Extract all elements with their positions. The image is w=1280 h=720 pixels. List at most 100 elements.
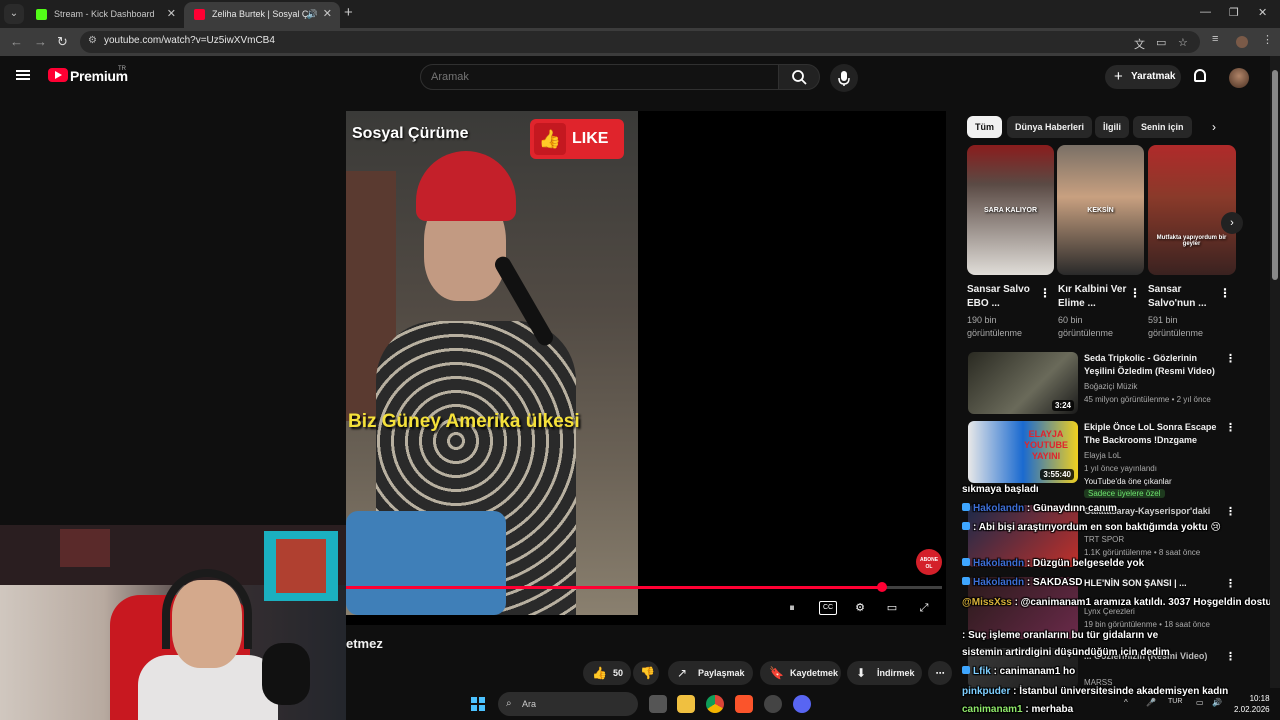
search-input[interactable] [431, 69, 761, 85]
more-icon[interactable]: ⋮ [1225, 421, 1236, 434]
language-indicator[interactable]: TUR [1168, 698, 1182, 705]
recommended-video[interactable]: ELAYJA YOUTUBE YAYINI 3:55:40 Ekiple Önc… [968, 421, 1268, 498]
search-button[interactable] [778, 64, 820, 90]
video-title[interactable]: HLE'NİN SON ŞANSI | ... [1084, 577, 1224, 590]
shorts-next-icon[interactable]: › [1221, 212, 1243, 234]
file-explorer-icon[interactable] [677, 695, 695, 713]
taskbar-search[interactable]: ⌕ Ara [498, 692, 638, 716]
more-actions-button[interactable]: ⋯ [928, 661, 952, 685]
tab-search-icon[interactable]: ⌄ [4, 4, 24, 24]
video-duration: 3:24 [1051, 400, 1074, 411]
profile-avatar-icon[interactable] [1236, 36, 1248, 48]
scrollbar-thumb[interactable] [1272, 70, 1278, 280]
dislike-button[interactable]: 👎 [633, 661, 659, 685]
video-title[interactable]: Ekiple Önce LoL Sonra Escape The Backroo… [1084, 421, 1224, 447]
windows-start-icon[interactable] [471, 697, 485, 711]
chrome-icon[interactable] [706, 695, 724, 713]
subtitles-icon[interactable]: CC [819, 601, 837, 615]
close-window-icon[interactable]: ✕ [1258, 6, 1267, 19]
tab-title: Zeliha Burtek | Sosyal Çürüme [212, 9, 310, 19]
channel-name[interactable]: Elayja LoL [1084, 451, 1121, 460]
chip-related[interactable]: İlgili [1095, 116, 1129, 138]
video-thumbnail[interactable]: ELAYJA YOUTUBE YAYINI 3:55:40 [968, 421, 1078, 483]
tray-chevron-icon[interactable]: ^ [1124, 698, 1128, 707]
notifications-bell-icon[interactable] [1194, 69, 1206, 82]
address-bar[interactable]: ⚙ youtube.com/watch?v=Uz5iwXVmCB4 文 ▭ ☆ [80, 31, 1200, 53]
more-icon[interactable]: ⋮ [1225, 505, 1236, 518]
new-tab-button[interactable]: + [344, 4, 353, 21]
video-player[interactable]: Sosyal Çürüme 👍 LIKE Biz Güney Amerika ü… [346, 111, 946, 625]
menu-icon[interactable] [16, 70, 30, 80]
task-view-icon[interactable] [649, 695, 667, 713]
short-thumbnail[interactable]: KEKSİN [1057, 145, 1144, 275]
youtube-logo-icon[interactable] [48, 68, 68, 82]
translate-icon[interactable]: 文 [1134, 36, 1145, 52]
browser-menu-icon[interactable]: ⋮ [1262, 33, 1273, 46]
taskbar-clock[interactable]: 10:18 2.02.2026 [1234, 693, 1270, 715]
more-icon[interactable]: ⋮ [1225, 577, 1236, 590]
restore-icon[interactable]: ❐ [1229, 6, 1239, 19]
url-text[interactable]: youtube.com/watch?v=Uz5iwXVmCB4 [104, 35, 275, 46]
video-frame[interactable]: Sosyal Çürüme 👍 LIKE Biz Güney Amerika ü… [346, 111, 638, 615]
tab-close-icon[interactable]: ✕ [323, 2, 332, 26]
fullscreen-icon[interactable]: ⤢ [915, 601, 933, 615]
progress-bar[interactable] [346, 582, 942, 592]
voice-search-button[interactable] [830, 64, 858, 92]
back-icon[interactable]: ← [10, 34, 23, 49]
discord-icon[interactable] [793, 695, 811, 713]
settings-gear-icon[interactable]: ⚙ [851, 601, 869, 615]
minimize-icon[interactable]: — [1200, 6, 1211, 18]
forward-icon[interactable]: → [34, 34, 47, 49]
chip-for-you[interactable]: Senin için [1133, 116, 1192, 138]
create-button[interactable]: + Yaratmak [1105, 65, 1181, 89]
progress-scrubber[interactable] [877, 582, 888, 592]
subscribe-badge[interactable]: ABONE OL [916, 549, 942, 575]
more-icon[interactable]: ⋮ [1225, 352, 1236, 365]
reload-icon[interactable]: ↻ [57, 34, 68, 50]
like-button[interactable]: 👍 50 [583, 661, 631, 685]
chat-username: @MissXss [962, 597, 1012, 608]
more-icon[interactable]: ⋮ [1219, 286, 1231, 300]
site-info-icon[interactable]: ⚙ [88, 35, 97, 46]
volume-icon[interactable]: 🔊 [1212, 698, 1222, 707]
short-title[interactable]: Sansar Salvo'nun ... [1148, 283, 1220, 311]
chip-all[interactable]: Tüm [967, 116, 1002, 138]
more-icon[interactable]: ⋮ [1039, 286, 1051, 300]
video-title[interactable]: Seda Tripkolic - Gözlerinin Yeşilini Özl… [1084, 352, 1224, 378]
brave-icon[interactable] [735, 695, 753, 713]
short-title[interactable]: Sansar Salvo EBO ... [967, 283, 1039, 311]
speaker-icon[interactable]: 🔊 [307, 2, 318, 26]
channel-name[interactable]: TRT SPOR [1084, 535, 1124, 544]
bookmark-star-icon[interactable]: ☆ [1178, 36, 1188, 49]
video-duration: 3:55:40 [1040, 469, 1074, 480]
tab-close-icon[interactable]: ✕ [167, 2, 176, 26]
save-button[interactable]: 🔖 Kaydetmek [760, 661, 841, 685]
network-icon[interactable]: ▭ [1196, 698, 1204, 707]
search-box[interactable] [420, 64, 779, 90]
more-icon[interactable]: ⋮ [1129, 286, 1141, 300]
chip-world-news[interactable]: Dünya Haberleri [1007, 116, 1093, 138]
autoplay-toggle-icon[interactable]: ⏸ [783, 601, 801, 615]
short-title[interactable]: Kır Kalbini Ver Elime ... [1058, 283, 1130, 311]
more-icon[interactable]: ⋮ [1225, 650, 1236, 663]
share-button[interactable]: ↗ Paylaşmak [668, 661, 753, 685]
tab-youtube-video[interactable]: Zeliha Burtek | Sosyal Çürüme 🔊 ✕ [184, 2, 340, 28]
app-icon[interactable] [764, 695, 782, 713]
download-icon: ⬇ [856, 666, 867, 680]
recommended-video[interactable]: 3:24 Seda Tripkolic - Gözlerinin Yeşilin… [968, 352, 1268, 414]
tray-mic-icon[interactable]: 🎤 [1146, 698, 1156, 707]
tab-kick-dashboard[interactable]: Stream - Kick Dashboard ✕ [26, 2, 184, 28]
short-thumbnail[interactable]: SARA KALIYOR [967, 145, 1054, 275]
video-thumbnail[interactable]: 3:24 [968, 352, 1078, 414]
short-thumb-text: SARA KALIYOR [983, 207, 1038, 214]
cast-icon[interactable]: ▭ [1156, 36, 1166, 49]
account-avatar[interactable] [1229, 68, 1249, 88]
short-thumb-text: KEKSİN [1087, 207, 1114, 214]
chips-next-icon[interactable]: › [1212, 120, 1216, 134]
channel-name[interactable]: Boğaziçi Müzik [1084, 382, 1137, 391]
media-control-icon[interactable]: ≡ [1212, 33, 1218, 45]
short-thumbnail[interactable]: Mutfakta yapıyordum bir geyler [1148, 145, 1236, 275]
video-pet-carrier [346, 511, 506, 615]
theater-mode-icon[interactable]: ▭ [883, 601, 901, 615]
download-button[interactable]: ⬇ İndirmek [847, 661, 922, 685]
